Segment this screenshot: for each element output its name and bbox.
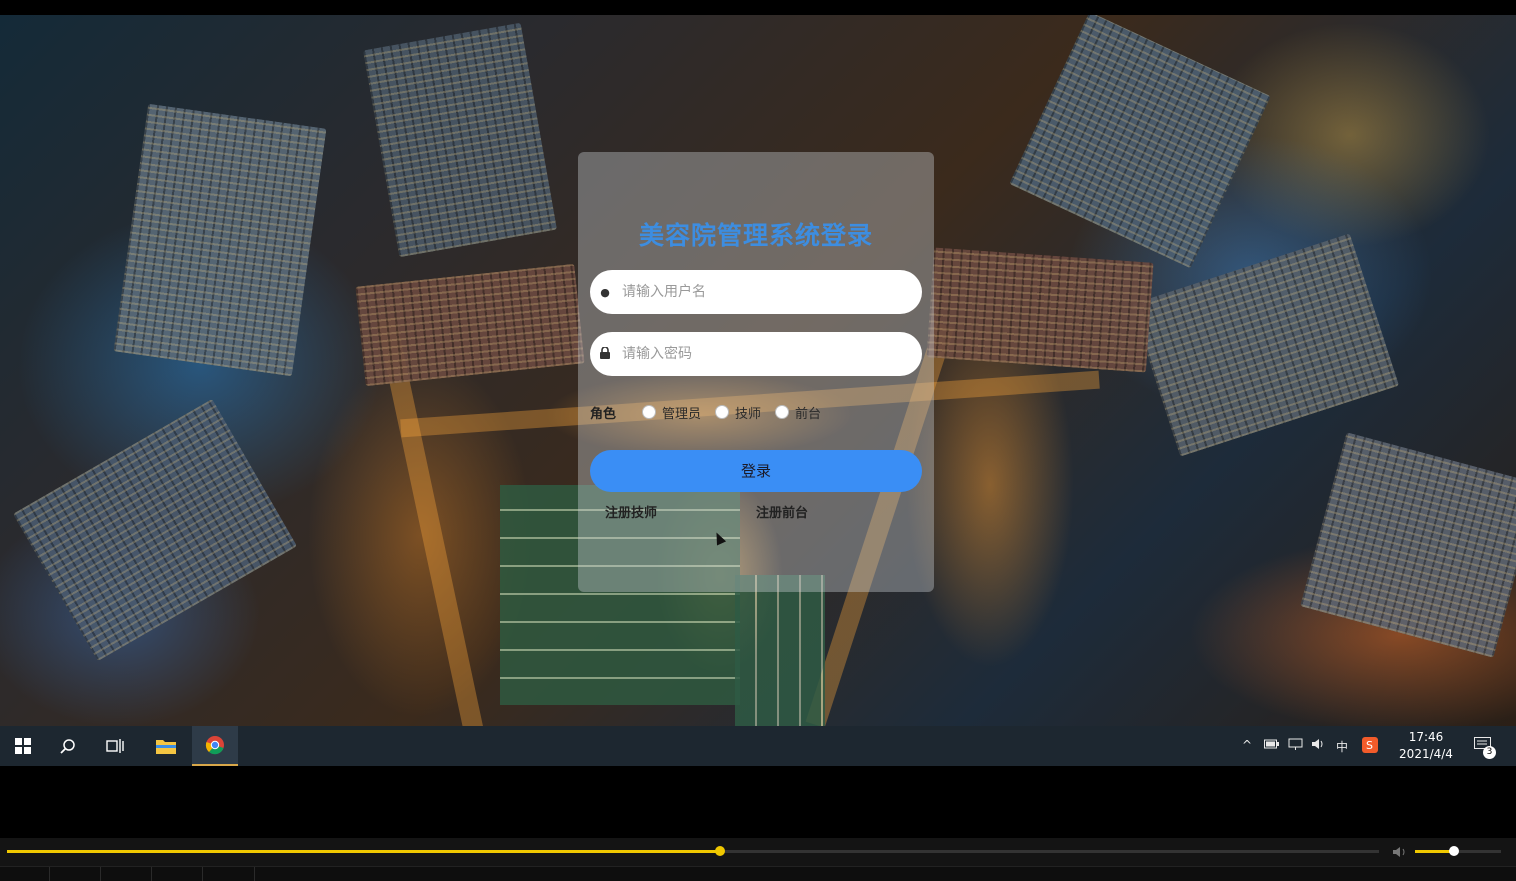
building — [926, 247, 1154, 373]
player-bottom-segment[interactable] — [152, 867, 203, 881]
search-icon[interactable] — [45, 726, 91, 766]
login-card: 美容院管理系统登录 ● 角色 管理员 技师 前台 登录 注册技师 注册前台 — [578, 152, 934, 592]
building — [1009, 15, 1271, 269]
file-explorer-icon[interactable] — [143, 726, 189, 766]
sports-field — [735, 575, 825, 726]
register-technician-link[interactable]: 注册技师 — [605, 502, 657, 521]
input-language[interactable]: 中 — [1336, 738, 1348, 755]
clock-date: 2021/4/4 — [1399, 747, 1453, 761]
player-bottom-segment[interactable] — [101, 867, 152, 881]
player-bottom-segment[interactable] — [50, 867, 101, 881]
clock-time: 17:46 — [1408, 730, 1444, 744]
role-option-label: 管理员 — [662, 406, 702, 422]
username-field[interactable]: ● — [590, 270, 922, 314]
building — [12, 398, 298, 662]
chevron-up-icon[interactable]: ^ — [1242, 738, 1252, 752]
lock-icon — [590, 345, 620, 362]
player-bottom-bar — [0, 866, 1516, 881]
login-title: 美容院管理系统登录 — [638, 221, 873, 250]
speaker-icon[interactable] — [1392, 844, 1408, 863]
role-option-label: 前台 — [795, 406, 822, 422]
building — [355, 263, 585, 387]
role-selector: 角色 管理员 技师 前台 — [590, 402, 835, 422]
taskbar: ^ 中 S 17:46 2021/4/4 3 — [0, 726, 1516, 766]
building — [113, 103, 327, 377]
notification-badge: 3 — [1483, 746, 1496, 759]
windows-start-icon[interactable] — [0, 726, 46, 766]
volume-handle[interactable] — [1448, 846, 1459, 856]
user-icon: ● — [600, 285, 610, 299]
building — [1300, 432, 1516, 658]
password-field[interactable] — [590, 332, 922, 376]
progress-handle[interactable] — [715, 846, 726, 856]
progress-slider[interactable] — [7, 846, 1379, 856]
password-input[interactable] — [620, 345, 904, 363]
player-bottom-segment[interactable] — [203, 867, 255, 881]
player-bottom-segment[interactable] — [0, 867, 50, 881]
role-radio-technician[interactable] — [715, 405, 730, 419]
task-view-icon[interactable] — [92, 726, 138, 766]
video-player-controls — [0, 838, 1516, 881]
progress-fill — [7, 850, 721, 853]
role-radio-reception[interactable] — [775, 405, 790, 419]
building — [362, 22, 558, 258]
building — [1130, 233, 1400, 457]
volume-icon[interactable] — [1311, 738, 1326, 753]
login-button[interactable]: 登录 — [590, 450, 922, 492]
username-input[interactable] — [620, 283, 904, 301]
register-reception-link[interactable]: 注册前台 — [756, 502, 808, 521]
system-clock[interactable]: 17:46 2021/4/4 — [1396, 729, 1456, 763]
svg-text:S: S — [1366, 739, 1373, 752]
volume-slider[interactable] — [1415, 846, 1501, 856]
volume-fill — [1415, 850, 1454, 853]
role-option-label: 技师 — [735, 406, 762, 422]
sogou-ime-icon[interactable]: S — [1362, 737, 1378, 756]
top-black-bar — [0, 0, 1516, 15]
chrome-icon[interactable] — [192, 726, 238, 766]
battery-icon[interactable] — [1264, 738, 1279, 752]
role-radio-admin[interactable] — [642, 405, 657, 419]
role-label: 角色 — [590, 406, 617, 422]
network-icon[interactable] — [1288, 738, 1303, 753]
